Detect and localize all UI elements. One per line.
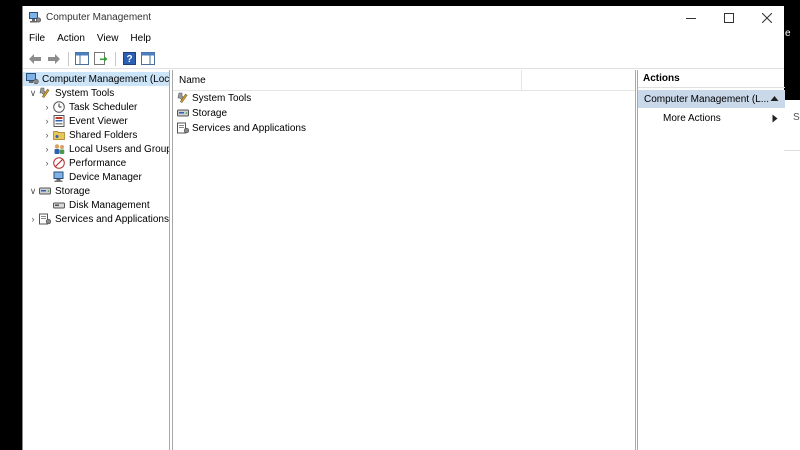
minimize-icon (686, 18, 696, 19)
action-pane-icon (141, 52, 155, 65)
window-title: Computer Management (46, 12, 152, 23)
clock-icon (53, 101, 66, 113)
toolbar-separator (68, 51, 69, 66)
tree-item-shared-folders[interactable]: › Shared Folders (41, 128, 138, 142)
services-icon (39, 213, 52, 225)
chevron-right-icon[interactable]: › (41, 158, 53, 168)
event-viewer-icon (53, 115, 66, 127)
storage-icon (39, 185, 52, 197)
tree-item-label: Device Manager (69, 171, 142, 183)
back-arrow-icon (29, 53, 41, 64)
more-actions-item[interactable]: More Actions (638, 110, 785, 126)
console-tree-icon (75, 52, 89, 65)
computer-management-icon (26, 73, 39, 85)
tree-item-computer-management[interactable]: Computer Management (Local (23, 72, 169, 86)
minimize-button[interactable] (672, 6, 710, 30)
toolbar: ? (23, 49, 784, 69)
close-button[interactable] (748, 6, 786, 30)
list-item-services-and-applications[interactable]: Services and Applications (177, 121, 306, 135)
actions-pane: Actions Computer Management (L... More A… (637, 70, 785, 450)
tree-item-device-manager[interactable]: Device Manager (53, 170, 142, 184)
show-hide-action-pane-button[interactable] (139, 51, 157, 67)
maximize-button[interactable] (710, 6, 748, 30)
tree-item-local-users-and-groups[interactable]: › Local Users and Groups (41, 142, 170, 156)
svg-text:?: ? (126, 54, 132, 65)
actions-header: Actions (638, 70, 785, 88)
help-button[interactable]: ? (120, 51, 138, 67)
tree-item-label: Services and Applications (55, 213, 169, 225)
maximize-icon (724, 13, 734, 23)
background-divider (783, 150, 800, 151)
storage-icon (177, 107, 190, 119)
tree-item-disk-management[interactable]: Disk Management (53, 198, 150, 212)
console-tree: Computer Management (Local ∨ System Tool… (23, 70, 170, 450)
chevron-right-icon[interactable]: › (41, 102, 53, 112)
tree-item-label: Storage (55, 185, 91, 197)
list-item-label: System Tools (192, 92, 252, 104)
tree-item-event-viewer[interactable]: › Event Viewer (41, 114, 128, 128)
toolbar-separator (115, 51, 116, 66)
tools-icon (39, 87, 52, 99)
tree-item-label: Shared Folders (69, 129, 138, 141)
tree-item-task-scheduler[interactable]: › Task Scheduler (41, 100, 137, 114)
list-item-label: Services and Applications (192, 122, 306, 134)
list-item-system-tools[interactable]: System Tools (177, 91, 251, 105)
details-pane: Name System Tools Storage Services and A… (172, 70, 636, 450)
tree-item-label: Performance (69, 157, 127, 169)
menu-file[interactable]: File (23, 30, 51, 48)
computer-management-icon (29, 12, 41, 23)
tree-item-label: Local Users and Groups (69, 143, 170, 155)
tree-item-storage[interactable]: ∨ Storage (27, 184, 90, 198)
tree-item-label: Event Viewer (69, 115, 128, 127)
background-text: S (793, 112, 800, 123)
chevron-right-icon[interactable]: › (27, 214, 39, 224)
collapse-up-icon[interactable] (770, 94, 779, 103)
forward-button[interactable] (45, 51, 63, 67)
column-header-name[interactable]: Name (179, 75, 206, 86)
close-icon (762, 13, 772, 23)
device-manager-icon (53, 171, 66, 183)
chevron-right-icon[interactable]: › (41, 116, 53, 126)
chevron-down-icon[interactable]: ∨ (27, 88, 39, 99)
shared-folder-icon (53, 129, 66, 141)
background-window-edge (783, 100, 800, 450)
back-button[interactable] (26, 51, 44, 67)
forward-arrow-icon (48, 53, 60, 64)
tree-item-label: Computer Management (Local (42, 73, 170, 85)
disk-icon (53, 199, 66, 211)
tree-item-system-tools[interactable]: ∨ System Tools (27, 86, 115, 100)
tree-item-services-and-applications[interactable]: › Services and Applications (27, 212, 169, 226)
export-list-icon (94, 52, 108, 65)
tree-item-performance[interactable]: › Performance (41, 156, 126, 170)
list-item-label: Storage (192, 107, 228, 119)
menu-view[interactable]: View (91, 30, 125, 48)
more-actions-label: More Actions (663, 112, 721, 124)
chevron-right-icon[interactable]: › (41, 144, 53, 154)
list-header: Name (173, 70, 635, 91)
tree-item-label: Disk Management (69, 199, 150, 211)
services-icon (177, 122, 190, 134)
actions-group-label: Computer Management (L... (644, 93, 770, 105)
computer-management-window: Computer Management File Action View Hel… (22, 6, 785, 450)
tree-item-label: Task Scheduler (69, 101, 138, 113)
menu-action[interactable]: Action (51, 30, 91, 48)
actions-group-computer-management[interactable]: Computer Management (L... (638, 90, 785, 108)
tree-item-label: System Tools (55, 87, 115, 99)
chevron-right-icon[interactable]: › (41, 130, 53, 140)
performance-icon (53, 157, 66, 169)
column-divider[interactable] (521, 70, 522, 90)
submenu-arrow-icon (772, 114, 778, 123)
chevron-down-icon[interactable]: ∨ (27, 186, 39, 197)
title-bar[interactable]: Computer Management (23, 6, 784, 30)
tools-icon (177, 92, 190, 104)
export-list-button[interactable] (92, 51, 110, 67)
show-hide-console-tree-button[interactable] (73, 51, 91, 67)
menu-help[interactable]: Help (124, 30, 157, 48)
list-item-storage[interactable]: Storage (177, 106, 227, 120)
help-icon: ? (122, 52, 136, 65)
menu-bar: File Action View Help (23, 30, 784, 48)
users-icon (53, 143, 66, 155)
